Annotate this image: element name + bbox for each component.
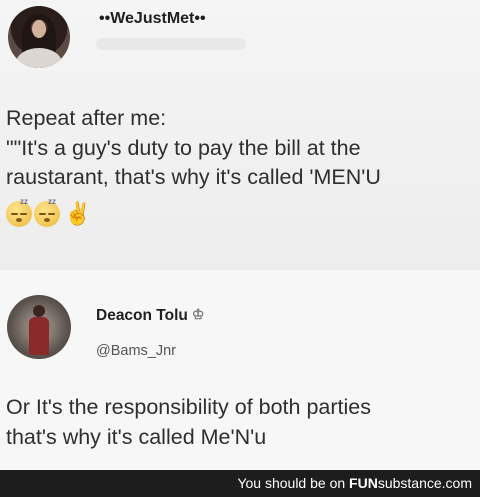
tweet-text-line: raustarant, that's why it's called 'MEN'… [6, 165, 381, 189]
sleeping-face-icon: zz [6, 197, 32, 227]
tweet-card-1: ••WeJustMet•• Repeat after me: ""It's a … [0, 0, 480, 270]
watermark-brand-bold: FUN [349, 475, 378, 491]
tweet-card-2: Deacon Tolu ♔ @Bams_Jnr Or It's the respo… [0, 270, 480, 470]
tweet-text: Repeat after me: ""It's a guy's duty to … [6, 104, 472, 193]
avatar[interactable] [8, 6, 70, 68]
crown-icon: ♔ [191, 306, 205, 322]
watermark-text[interactable]: You should be on FUNsubstance.com [237, 475, 472, 491]
tweet-text-line: ""It's a guy's duty to pay the bill at t… [6, 135, 361, 160]
tweet-text-line: Or It's the responsibility of both parti… [6, 395, 371, 419]
tweet-text-line: Repeat after me: [6, 106, 167, 130]
emoji-row: zz zz ✌ [6, 197, 92, 228]
tweet-author-name[interactable]: Deacon Tolu ♔ [96, 306, 204, 325]
tweet-text-line: that's why it's called Me'N'u [6, 425, 267, 449]
watermark-prefix: You should be on [237, 475, 350, 491]
sleeping-face-icon: zz [34, 197, 60, 227]
tweet-text: Or It's the responsibility of both parti… [6, 392, 472, 452]
tweet-handle[interactable]: @Bams_Jnr [96, 343, 176, 359]
tweet-handle[interactable]: ••WeJustMet•• [99, 10, 206, 28]
victory-hand-icon: ✌ [64, 201, 92, 226]
watermark-footer: You should be on FUNsubstance.com [0, 470, 480, 497]
avatar[interactable] [7, 295, 71, 359]
watermark-brand-rest: substance.com [377, 475, 472, 491]
author-name-text: Deacon Tolu [96, 307, 188, 324]
blurred-handle-placeholder [96, 38, 246, 50]
